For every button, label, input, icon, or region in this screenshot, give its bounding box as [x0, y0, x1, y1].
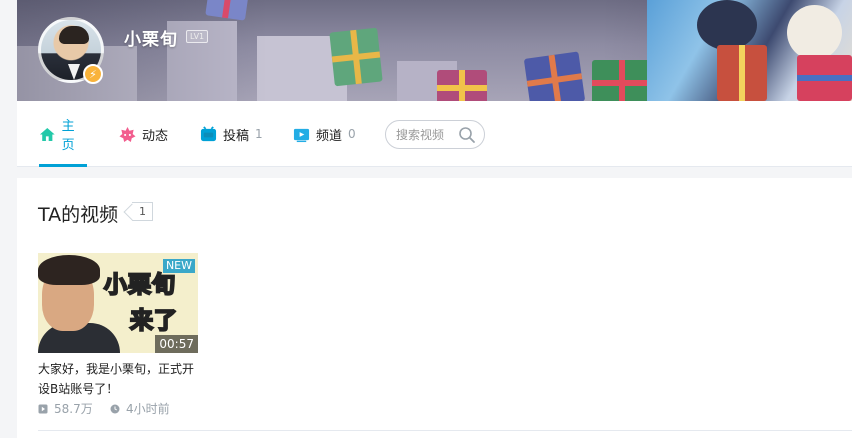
thumb-person-hair	[38, 255, 100, 285]
gift-box-decoration	[717, 45, 767, 101]
search-box[interactable]	[385, 120, 485, 149]
tab-home[interactable]: 主页	[39, 101, 87, 167]
level-badge: LV1	[186, 30, 209, 43]
gift-box-decoration	[329, 27, 383, 87]
video-time: 4小时前	[110, 400, 170, 417]
video-views: 58.7万	[38, 400, 93, 417]
tab-uploads-count: 1	[255, 127, 263, 141]
video-thumbnail[interactable]: 小栗旬 来了 NEW 00:57	[38, 253, 198, 353]
dynamic-icon	[119, 126, 136, 142]
clock-icon	[110, 404, 120, 413]
tab-channel-label: 频道	[316, 128, 343, 144]
video-section: TA的视频 1 小栗旬 来了 NEW 00:57 大家好，我是小栗旬，正式开设B…	[17, 178, 852, 438]
home-icon	[39, 127, 55, 141]
profile-banner	[17, 0, 852, 101]
username[interactable]: 小栗旬	[124, 25, 178, 50]
tab-uploads[interactable]: 投稿 1	[200, 101, 263, 167]
profile-page: ⚡ 小栗旬 LV1 主页 动态 投稿 1 频道 0 搜索视频 TA的视频 1 小…	[0, 0, 852, 438]
view-count: 58.7万	[54, 402, 93, 416]
tab-dynamic-label: 动态	[142, 128, 169, 144]
gift-box-decoration	[592, 60, 652, 101]
avatar-hair	[59, 26, 89, 44]
profile-nav: 主页 动态 投稿 1 频道 0	[17, 101, 852, 167]
video-duration: 00:57	[155, 335, 198, 353]
thumbnail-text-line2: 来了	[129, 307, 178, 335]
tab-channel[interactable]: 频道 0	[293, 101, 356, 167]
gift-box-decoration	[797, 55, 852, 101]
search-input[interactable]	[396, 127, 458, 143]
section-count-badge: 1	[132, 202, 153, 221]
avatar-collar	[68, 64, 80, 80]
search-icon[interactable]	[458, 126, 476, 144]
play-count-icon	[38, 404, 48, 413]
gift-box-decoration	[523, 51, 586, 101]
tab-uploads-label: 投稿	[223, 128, 250, 144]
section-title: TA的视频	[38, 204, 119, 226]
upload-time: 4小时前	[126, 402, 170, 416]
divider	[38, 430, 852, 431]
verified-icon: ⚡	[83, 64, 103, 84]
bunny-plush-decoration	[787, 5, 842, 60]
gift-box-decoration	[437, 70, 487, 101]
upload-icon	[200, 125, 217, 141]
new-badge: NEW	[162, 259, 195, 273]
tab-channel-count: 0	[348, 127, 356, 141]
teddy-bear-decoration	[697, 0, 757, 50]
tab-dynamic[interactable]: 动态	[119, 101, 168, 167]
tab-home-label: 主页	[61, 119, 75, 153]
video-title[interactable]: 大家好，我是小栗旬，正式开设B站账号了！	[38, 359, 203, 399]
channel-icon	[293, 128, 310, 142]
